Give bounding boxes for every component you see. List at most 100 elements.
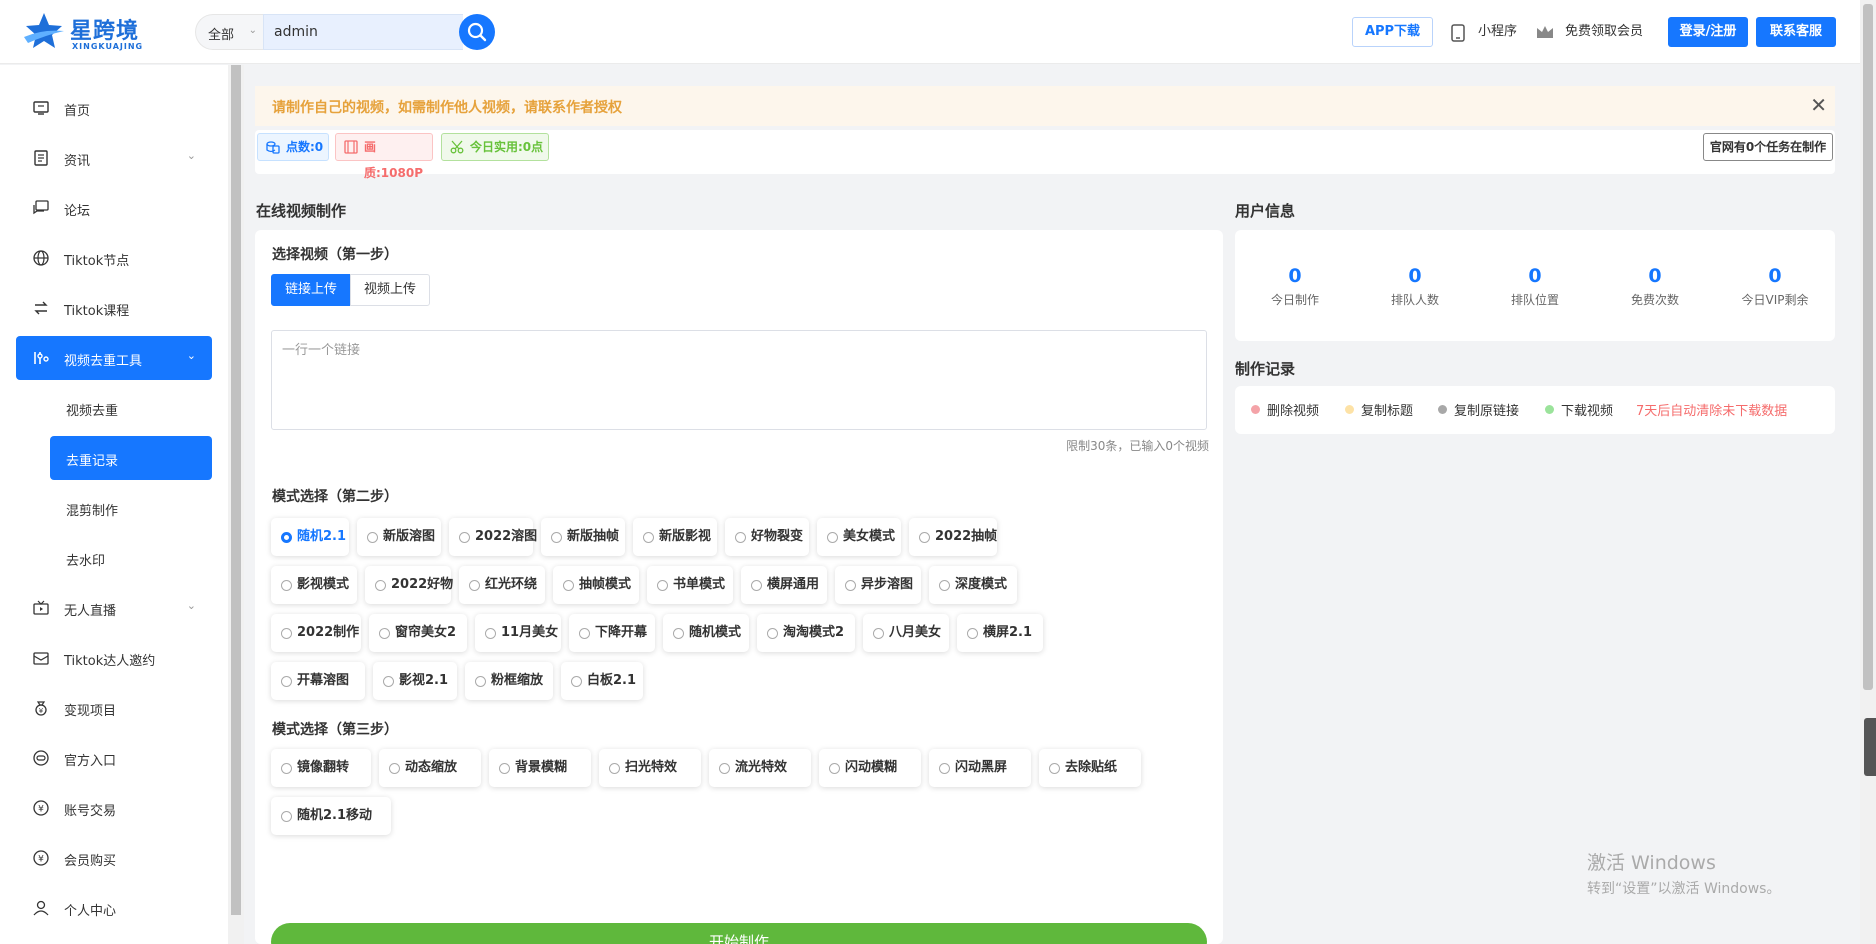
mode-label: 好物裂变 <box>751 529 804 544</box>
effect-option[interactable]: 闪动黑屏 <box>929 749 1031 787</box>
swap-icon <box>34 301 48 315</box>
quality-label: 画质:1080P <box>364 140 423 180</box>
side-float-widget[interactable] <box>1864 718 1876 776</box>
mode-option[interactable]: 新版抽帧 <box>541 518 625 556</box>
sidebar-item-label: 变现项目 <box>64 704 117 719</box>
sidebar-item-monetize[interactable]: ¥ 变现项目 <box>16 686 212 730</box>
effect-option[interactable]: 镜像翻转 <box>271 749 371 787</box>
page-scrollbar-thumb[interactable] <box>1863 4 1873 690</box>
sidebar-item-official-entry[interactable]: 官方入口 <box>16 736 212 780</box>
mode-option[interactable]: 横屏通用 <box>741 566 827 604</box>
mode-option[interactable]: 淘淘模式2 <box>757 614 855 652</box>
sidebar-item-video-dedup-tool[interactable]: 视频去重工具 ⌄ <box>16 336 212 380</box>
mode-option[interactable]: 书单模式 <box>647 566 733 604</box>
radio-icon <box>827 532 838 543</box>
mode-option[interactable]: 2022制作 <box>271 614 361 652</box>
mode-option[interactable]: 2022溶图 <box>449 518 537 556</box>
sidebar-scrollbar-thumb[interactable] <box>231 65 241 915</box>
mode-option[interactable]: 红光环绕 <box>459 566 545 604</box>
mini-program-link[interactable]: 小程序 <box>1451 17 1531 47</box>
sidebar-sub-mix-cut[interactable]: 混剪制作 <box>50 486 212 530</box>
sidebar-scrollbar[interactable] <box>228 65 244 944</box>
mode-option[interactable]: 新版溶图 <box>357 518 441 556</box>
mode-option[interactable]: 八月美女 <box>863 614 949 652</box>
mode-label: 影视模式 <box>297 577 350 592</box>
search-button[interactable] <box>459 14 495 50</box>
radio-icon <box>673 628 684 639</box>
effect-option[interactable]: 流光特效 <box>709 749 811 787</box>
stat-label: 今日VIP剩余 <box>1741 293 1809 307</box>
effect-option[interactable]: 去除贴纸 <box>1039 749 1141 787</box>
sidebar-item-tiktok-influencer[interactable]: Tiktok达人邀约 <box>16 636 212 680</box>
close-icon[interactable]: ✕ <box>1810 93 1827 117</box>
svg-text:¥: ¥ <box>39 707 44 715</box>
sidebar-item-home[interactable]: 首页 <box>16 86 212 130</box>
radio-icon <box>563 580 574 591</box>
mode-label: 抽帧模式 <box>579 577 632 592</box>
sidebar-item-profile[interactable]: 个人中心 <box>16 886 212 930</box>
sidebar-sub-remove-watermark[interactable]: 去水印 <box>50 536 212 580</box>
mode-option[interactable]: 好物裂变 <box>725 518 809 556</box>
link-input[interactable] <box>271 330 1207 430</box>
mode-option[interactable]: 2022抽帧 <box>909 518 997 556</box>
search-icon <box>467 22 487 42</box>
mode-option[interactable]: 异步溶图 <box>835 566 921 604</box>
tasks-in-progress-button[interactable]: 官网有0个任务在制作 <box>1703 133 1833 161</box>
app-download-button[interactable]: APP下载 <box>1352 17 1433 47</box>
mode-option[interactable]: 抽帧模式 <box>553 566 639 604</box>
radio-icon <box>551 532 562 543</box>
mode-option[interactable]: 随机模式 <box>663 614 749 652</box>
effect-option[interactable]: 动态缩放 <box>379 749 481 787</box>
tab-link-upload[interactable]: 链接上传 <box>271 274 351 306</box>
sidebar-item-account-trade[interactable]: ¥ 账号交易 <box>16 786 212 830</box>
mode-label: 横屏2.1 <box>983 625 1033 640</box>
brand-logo[interactable]: 星跨境 XINGKUAJING <box>22 9 152 53</box>
contact-service-button[interactable]: 联系客服 <box>1756 17 1836 47</box>
effect-option[interactable]: 闪动模糊 <box>819 749 921 787</box>
search-category-select[interactable]: 全部 ⌄ <box>195 14 263 50</box>
mode-option[interactable]: 横屏2.1 <box>957 614 1043 652</box>
mode-option[interactable]: 影视2.1 <box>373 662 457 700</box>
tools-icon <box>34 352 49 364</box>
mode-option-random21[interactable]: 随机2.1 <box>271 518 349 556</box>
login-register-button[interactable]: 登录/注册 <box>1668 17 1748 47</box>
sidebar-item-vip-purchase[interactable]: ¥ 会员购买 <box>16 836 212 880</box>
mode-option[interactable]: 11月美女 <box>475 614 561 652</box>
mode-label: 异步溶图 <box>861 577 914 592</box>
mode-option[interactable]: 深度模式 <box>929 566 1017 604</box>
step2-label: 模式选择（第二步） <box>272 489 398 505</box>
effect-option[interactable]: 背景模糊 <box>489 749 591 787</box>
mode-option[interactable]: 新版影视 <box>633 518 717 556</box>
sidebar-item-tiktok-nodes[interactable]: Tiktok节点 <box>16 236 212 280</box>
mode-option[interactable]: 粉框缩放 <box>465 662 553 700</box>
effect-option[interactable]: 扫光特效 <box>599 749 701 787</box>
mode-option[interactable]: 美女模式 <box>817 518 901 556</box>
page-scrollbar[interactable] <box>1860 0 1876 944</box>
document-icon <box>34 150 48 166</box>
sidebar-item-label: Tiktok节点 <box>64 254 130 269</box>
mode-label: 2022制作 <box>297 625 360 640</box>
mode-option[interactable]: 下降开幕 <box>569 614 655 652</box>
free-vip-link[interactable]: 免费领取会员 <box>1535 17 1655 47</box>
mode-option[interactable]: 2022好物 <box>365 566 453 604</box>
user-info-panel: 0 今日制作 0 排队人数 0 排队位置 0 免费次数 0 今日VIP剩余 <box>1235 230 1835 341</box>
mode-option[interactable]: 开幕溶图 <box>271 662 365 700</box>
sidebar-sub-video-dedup[interactable]: 视频去重 <box>50 386 212 430</box>
mode-option[interactable]: 白板2.1 <box>561 662 643 700</box>
search-input[interactable] <box>263 14 463 50</box>
sidebar-item-forum[interactable]: 论坛 <box>16 186 212 230</box>
monitor-icon <box>33 101 49 115</box>
mode-option[interactable]: 影视模式 <box>271 566 357 604</box>
sidebar-item-unmanned-live[interactable]: 无人直播 ⌄ <box>16 586 212 630</box>
mode-option[interactable]: 窗帘美女2 <box>369 614 467 652</box>
effect-option[interactable]: 随机2.1移动 <box>271 797 391 835</box>
sidebar-sub-dedup-records[interactable]: 去重记录 <box>50 436 212 480</box>
tab-video-upload[interactable]: 视频上传 <box>350 274 430 306</box>
stat-value: 0 <box>1408 265 1422 287</box>
mode-label: 开幕溶图 <box>297 673 350 688</box>
start-button[interactable]: 开始制作 <box>271 923 1207 944</box>
sidebar-item-news[interactable]: 资讯 ⌄ <box>16 136 212 180</box>
stat-queue-count: 0 排队人数 <box>1365 265 1465 308</box>
sidebar-item-tiktok-courses[interactable]: Tiktok课程 <box>16 286 212 330</box>
radio-icon <box>939 763 950 774</box>
